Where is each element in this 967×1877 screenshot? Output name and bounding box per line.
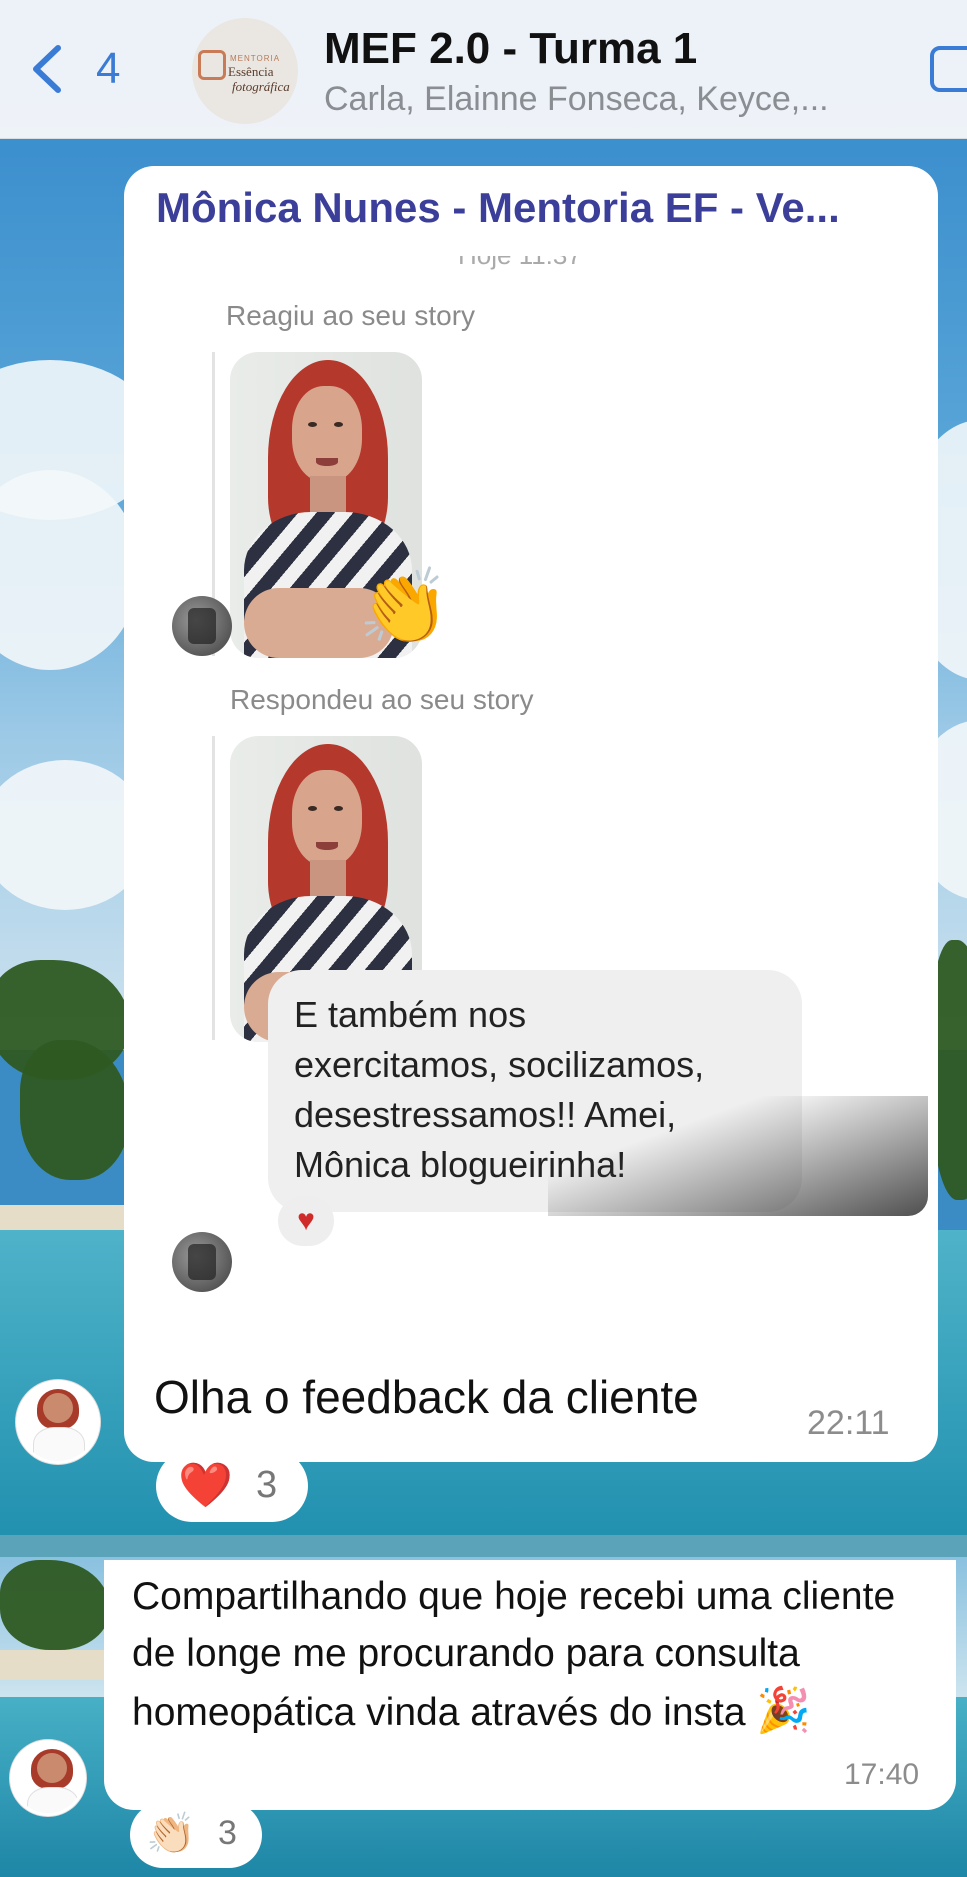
message-text: Olha o feedback da cliente — [154, 1371, 699, 1423]
avatar — [172, 1232, 232, 1292]
sender-avatar[interactable] — [16, 1380, 100, 1464]
chat-header: 4 MENTORIA Essência fotográfica MEF 2.0 … — [0, 0, 967, 139]
heart-icon: ♥ — [278, 1196, 334, 1246]
logo-text-mid: Essência — [228, 64, 274, 79]
screenshot-shadow — [548, 1096, 928, 1216]
screenshot-timestamp: Hoje 11:37 — [458, 256, 582, 271]
chat-title[interactable]: MEF 2.0 - Turma 1 — [324, 24, 697, 74]
group-avatar[interactable]: MENTORIA Essência fotográfica — [192, 18, 298, 124]
party-popper-icon: 🎉 — [756, 1686, 812, 1735]
reaction-badge[interactable]: 👏🏻 3 — [130, 1802, 262, 1868]
shared-screenshot[interactable]: Hoje 11:37 Reagiu ao seu story 👏 Respond… — [128, 256, 932, 1342]
avatar — [172, 596, 232, 656]
story-reply-label: Respondeu ao seu story — [230, 684, 534, 715]
heart-icon: ❤️ — [178, 1461, 233, 1510]
clapping-hands-icon: 👏🏻 — [146, 1812, 196, 1856]
message-time: 17:40 — [844, 1758, 920, 1791]
clapping-hands-icon: 👏 — [358, 565, 451, 648]
chat-participants[interactable]: Carla, Elainne Fonseca, Keyce,... — [324, 80, 829, 119]
logo-text-top: MENTORIA — [230, 54, 281, 63]
message-text: Compartilhando que hoje recebi uma clien… — [132, 1575, 896, 1735]
reaction-count: 3 — [218, 1814, 237, 1852]
unread-count[interactable]: 4 — [96, 44, 120, 94]
sender-name[interactable]: Mônica Nunes - Mentoria EF - Ve... — [156, 184, 840, 232]
reaction-badge[interactable]: ❤️ 3 — [156, 1450, 308, 1522]
video-call-icon[interactable] — [930, 46, 967, 92]
story-reaction-label: Reagiu ao seu story — [226, 300, 476, 331]
reaction-count: 3 — [256, 1464, 278, 1506]
message-bubble[interactable]: Compartilhando que hoje recebi uma clien… — [104, 1560, 956, 1810]
message-bubble[interactable]: Mônica Nunes - Mentoria EF - Ve... Hoje … — [124, 166, 938, 1462]
sender-avatar[interactable] — [10, 1740, 86, 1816]
camera-logo-icon — [198, 50, 226, 80]
logo-text-bottom: fotográfica — [232, 79, 290, 94]
divider — [212, 736, 215, 1040]
chevron-left-icon[interactable] — [30, 44, 62, 94]
message-time: 22:11 — [807, 1404, 890, 1442]
